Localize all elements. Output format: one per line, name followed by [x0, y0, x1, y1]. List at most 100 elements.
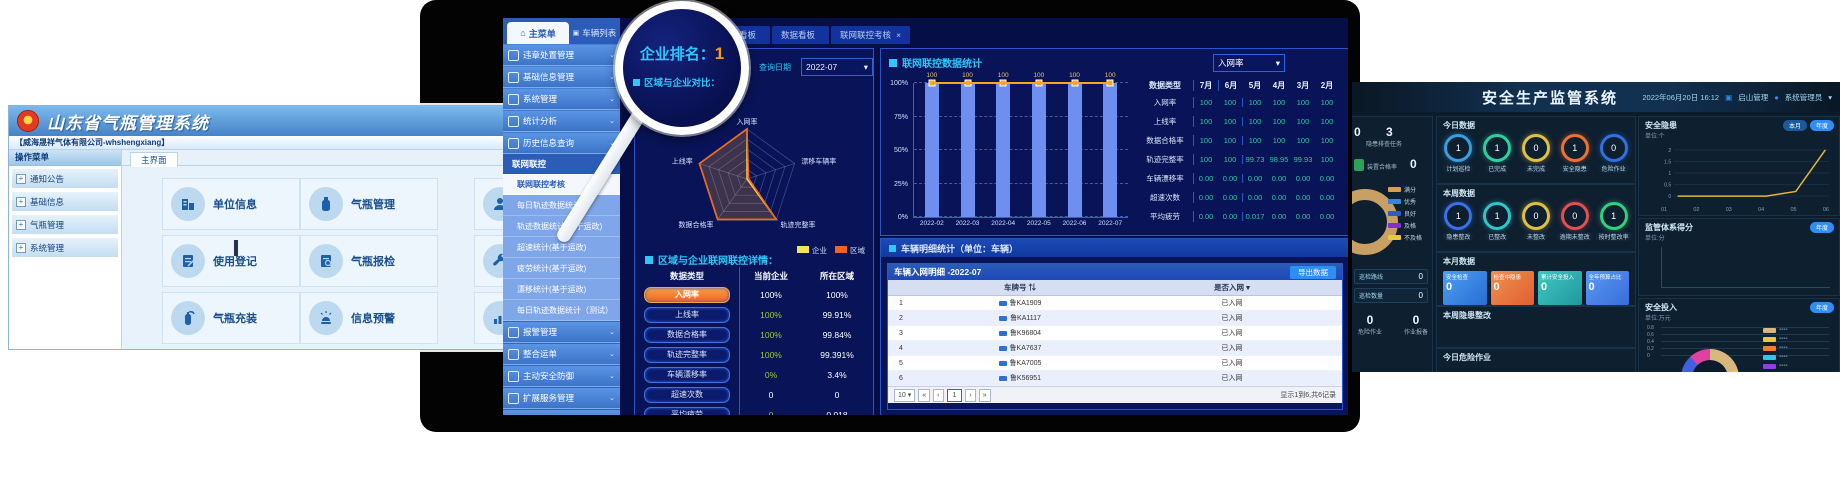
user-label[interactable]: 系统管理员 — [1785, 92, 1823, 103]
sidebar-menu-item[interactable]: 整合运单 ⌄ — [503, 344, 620, 365]
pill-year-button[interactable]: 年度 — [1810, 222, 1834, 233]
gauge[interactable]: 1 按时整改率 — [1596, 202, 1632, 241]
sidebar-splitter-handle[interactable] — [234, 240, 238, 256]
card-cylinder-mgmt[interactable]: 气瓶管理 — [300, 178, 438, 230]
home-tab[interactable]: ⌂ 主菜单 — [507, 22, 569, 44]
bar[interactable] — [925, 83, 939, 217]
bar[interactable] — [1068, 83, 1082, 217]
sidebar-sub-item[interactable]: 漂移统计(基于运政) — [503, 279, 620, 300]
card-label: 气瓶充装 — [213, 310, 257, 326]
legend-item[interactable]: 企业 — [797, 245, 827, 256]
vehicle-row[interactable]: 1 鲁KA1909 已入网 — [888, 296, 1342, 311]
metric-pill-button[interactable]: 超速次数 — [644, 387, 730, 403]
sidebar-menu-item[interactable]: 基础信息管理 ⌄ — [503, 67, 620, 88]
next-page-button[interactable]: › — [965, 389, 975, 402]
export-data-button[interactable]: 导出数据 — [1290, 266, 1336, 279]
plate-col-header[interactable]: 车牌号 ⇅ — [914, 282, 1126, 293]
expand-plus-icon[interactable]: + — [16, 220, 26, 230]
gauge[interactable]: 0 逾期未整改 — [1557, 202, 1593, 241]
bar[interactable] — [1032, 83, 1046, 217]
month-card[interactable]: 安全检查 0 — [1443, 271, 1487, 305]
content-tab[interactable]: 联网联控考核 × — [831, 26, 910, 44]
sidebar-menu-item[interactable]: 统计分析 ⌄ — [503, 111, 620, 132]
vehicle-row[interactable]: 2 鲁KA1117 已入网 — [888, 311, 1342, 326]
sidebar-menu-item[interactable]: 扩展服务管理 ⌄ — [503, 388, 620, 409]
legend-item[interactable]: 区域 — [835, 245, 865, 256]
month-card[interactable]: 全年预算占比 0 — [1586, 271, 1630, 305]
vehicle-list-tab[interactable]: ▣ 车辆列表 — [569, 22, 620, 44]
vehicle-row[interactable]: 6 鲁K56951 已入网 — [888, 371, 1342, 386]
gauge[interactable]: 1 已整改 — [1479, 202, 1515, 241]
sidebar-menu-item[interactable]: + 基础信息 — [11, 191, 119, 212]
tab-main-view[interactable]: 主界面 — [130, 152, 178, 167]
stat-a-value: 0 — [1354, 123, 1361, 141]
expand-plus-icon[interactable]: + — [16, 197, 26, 207]
gauge[interactable]: 0 未完成 — [1518, 134, 1554, 173]
col-header: 6月 — [1219, 80, 1243, 91]
metric-pill-button[interactable]: 轨迹完整率 — [644, 347, 730, 363]
expand-plus-icon[interactable]: + — [16, 243, 26, 253]
card-cylinder-inspect[interactable]: 气瓶报检 — [300, 235, 438, 287]
card-usage-register[interactable]: 使用登记 — [162, 235, 300, 287]
content-tab[interactable]: 数据看板 — [772, 26, 829, 44]
sidebar-menu-item[interactable]: + 气瓶管理 — [11, 214, 119, 235]
today-gauges: 1 计划巡检 1 已完成 0 未完成 1 安全隐患 0 危险作业 — [1437, 131, 1635, 173]
metric-select[interactable]: 入网率 ▾ — [1213, 54, 1285, 72]
sidebar-menu-item[interactable]: 违章处置管理 ⌄ — [503, 45, 620, 66]
detail-section-title: 区域与企业联网联控详情： — [645, 252, 778, 267]
sidebar-sub-item[interactable]: 每日轨迹数据统计（测试） — [503, 300, 620, 321]
pill-year-button[interactable]: 年度 — [1810, 302, 1834, 313]
status-col-header[interactable]: 是否入网 ▾ — [1126, 282, 1338, 293]
card-unit-info[interactable]: 单位信息 — [162, 178, 300, 230]
expand-plus-icon[interactable]: + — [16, 174, 26, 184]
row-index: 5 — [888, 360, 914, 367]
col-header: 数据类型 — [1137, 80, 1194, 91]
sidebar-menu-item[interactable]: 系统管理 ⌄ — [503, 89, 620, 110]
first-page-button[interactable]: « — [918, 389, 930, 402]
card-info-alert[interactable]: 信息预警 — [300, 292, 438, 344]
gauge[interactable]: 0 危险作业 — [1596, 134, 1632, 173]
metric-box-row[interactable]: 巡检数量 0 — [1354, 288, 1428, 303]
page-size-select[interactable]: 10 ▾ — [894, 389, 915, 402]
sidebar-menu-item[interactable]: 报警管理 ⌄ — [503, 322, 620, 343]
sidebar-menu-item[interactable]: 主动安全防御 ⌄ — [503, 366, 620, 387]
card-label: 信息预警 — [351, 310, 395, 326]
vehicle-row[interactable]: 5 鲁KA7005 已入网 — [888, 356, 1342, 371]
month-card[interactable]: 检查中隐患 0 — [1491, 271, 1535, 305]
sidebar-menu-item[interactable]: + 通知公告 — [11, 168, 119, 189]
metric-pill-button[interactable]: 车辆漂移率 — [644, 367, 730, 383]
gauge[interactable]: 1 计划巡检 — [1440, 134, 1476, 173]
pill-month-button[interactable]: 本月 — [1783, 120, 1807, 131]
current-page[interactable]: 1 — [947, 389, 963, 402]
pill-year-button[interactable]: 年度 — [1810, 120, 1834, 131]
bar[interactable] — [961, 83, 975, 217]
gauge[interactable]: 1 安全隐患 — [1557, 134, 1593, 173]
caret-down-icon[interactable]: ▾ — [1828, 93, 1832, 102]
sidebar-sub-item[interactable]: 疲劳统计(基于运政) — [503, 258, 620, 279]
last-page-button[interactable]: » — [979, 389, 991, 402]
bar[interactable] — [1103, 83, 1117, 217]
query-date-select[interactable]: 2022-07 ▾ — [801, 58, 873, 76]
month-card[interactable]: 累计安全投入 0 — [1538, 271, 1582, 305]
metric-pill-button[interactable]: 入网率 — [644, 287, 730, 303]
cell-value: 0.00 — [1194, 212, 1218, 221]
gauge[interactable]: 0 未整改 — [1518, 202, 1554, 241]
metric-pill-button[interactable]: 上线率 — [644, 307, 730, 323]
tab-close-icon[interactable]: × — [896, 30, 901, 40]
prev-page-button[interactable]: ‹ — [933, 389, 943, 402]
metric-pill-button[interactable]: 数据合格率 — [644, 327, 730, 343]
gauge[interactable]: 1 已完成 — [1479, 134, 1515, 173]
metric-pill-button[interactable]: 平均疲劳 — [644, 407, 730, 415]
gauge[interactable]: 1 隐患整改 — [1440, 202, 1476, 241]
bar[interactable] — [996, 83, 1010, 217]
vehicle-row[interactable]: 3 鲁K96804 已入网 — [888, 326, 1342, 341]
user-icon-small: ● — [1774, 93, 1779, 102]
pagination-bar: 10 ▾ « ‹ 1 › » 显示1到6,共6记录 — [888, 386, 1342, 403]
sidebar-menu-item[interactable]: 通行码 ⌄ — [503, 410, 620, 415]
vehicle-row[interactable]: 4 鲁KA7637 已入网 — [888, 341, 1342, 356]
sidebar-menu-item[interactable]: 历史信息查询 ⌄ — [503, 133, 620, 154]
card-cylinder-filling[interactable]: 气瓶充装 — [162, 292, 300, 344]
metric-box-row[interactable]: 巡检路线 0 — [1354, 269, 1428, 284]
sidebar-sub-item[interactable]: 每日轨迹数据统计 — [503, 195, 620, 216]
sidebar-menu-item[interactable]: + 系统管理 — [11, 237, 119, 258]
